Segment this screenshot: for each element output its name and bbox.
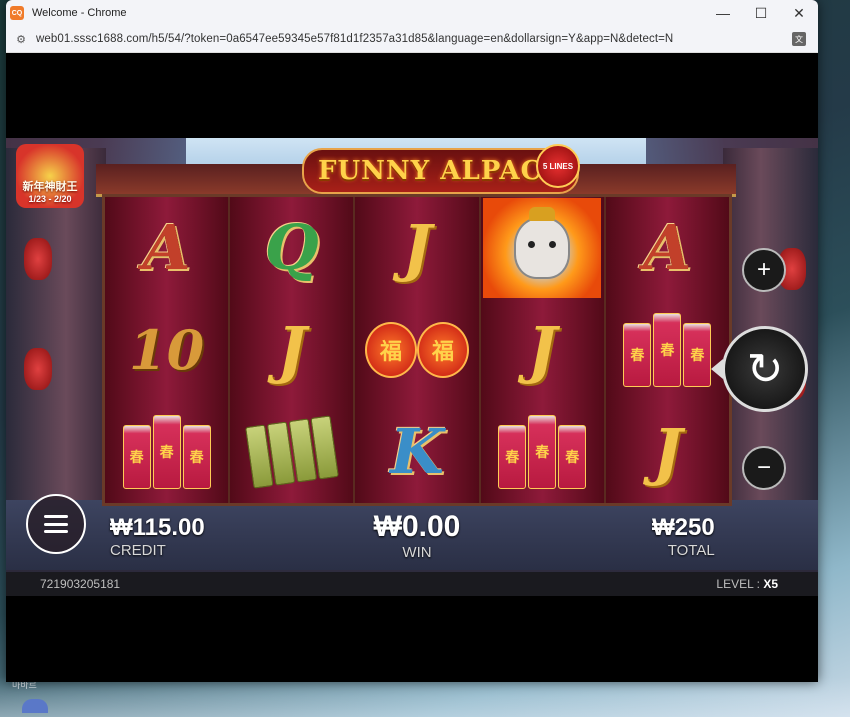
level-label: LEVEL : [716, 577, 764, 591]
symbol-a: A [142, 211, 191, 284]
firecracker-stick: 春 [122, 425, 151, 489]
spin-arrow-pointer [711, 359, 723, 379]
lantern-icon: 福 [365, 322, 417, 378]
reel-2: Q J [230, 197, 356, 503]
bet-decrease-button[interactable]: − [742, 446, 786, 490]
firecracker-stick: 春 [623, 323, 652, 387]
win-value: ₩0.00 [373, 510, 461, 543]
event-badge-title: 新年神財王 [22, 181, 78, 193]
total-label: TOTAL [667, 542, 715, 559]
firecracker-symbol: 春 春 春 [498, 415, 587, 489]
symbol-j: J [652, 415, 683, 488]
win-display: ₩0.00 WIN [362, 510, 472, 561]
symbol-k: K [390, 415, 444, 488]
spin-icon: ↻ [746, 344, 784, 394]
reel-cell: 春 春 春 [606, 299, 729, 401]
lines-badge: 5 LINES [536, 144, 580, 188]
symbol-j: J [527, 313, 557, 386]
reel-cell: A [606, 197, 729, 299]
level-value: X5 [763, 577, 778, 591]
site-settings-icon[interactable]: ⚙ [14, 32, 28, 46]
symbol-q: Q [264, 211, 319, 284]
win-label: WIN [402, 544, 432, 561]
bamboo-slips-symbol [244, 415, 339, 489]
firecracker-symbol: 春 春 春 [623, 313, 712, 387]
reel-cell: 春 春 春 [481, 401, 604, 503]
symbol-j: J [277, 313, 307, 386]
game-footer: 721903205181 LEVEL : X5 [6, 572, 818, 596]
total-value: ₩250 [652, 514, 715, 541]
alpaca-hat [529, 207, 556, 221]
alpaca-face [514, 207, 571, 279]
lantern-icon: 福 [417, 322, 469, 378]
game-round-id: 721903205181 [40, 577, 121, 591]
reel-cell: Q [230, 197, 353, 299]
total-bet-display: ₩250 TOTAL [652, 514, 715, 559]
symbol-a: A [643, 211, 692, 284]
spin-button[interactable]: ↻ [711, 326, 808, 412]
reel-cell [230, 401, 353, 503]
firecracker-stick: 春 [558, 425, 587, 489]
game-area[interactable]: 新年神財王 1/23 - 2/20 FUNNY ALPACA 5 LINES A… [6, 138, 818, 596]
desktop-background [0, 677, 850, 717]
url-text[interactable]: web01.sssc1688.com/h5/54/?token=0a6547ee… [36, 33, 673, 45]
lines-badge-label: 5 LINES [542, 161, 574, 171]
lantern-decoration [24, 238, 52, 280]
bet-increase-button[interactable]: + [742, 248, 786, 292]
symbol-j: J [402, 211, 432, 284]
taskbar-app-icon[interactable] [22, 699, 48, 713]
firecracker-stick: 春 [152, 415, 181, 489]
reel-1: A 10 春 春 春 [105, 197, 231, 503]
lantern-decoration [24, 348, 52, 390]
reel-4: J 春 春 春 [480, 197, 606, 503]
event-badge[interactable]: 新年神財王 1/23 - 2/20 [16, 144, 84, 208]
credit-display: ₩115.00 CREDIT [110, 514, 205, 559]
lanterns-symbol: 福 福 [365, 322, 469, 378]
game-title: FUNNY ALPACA [318, 156, 564, 186]
window-controls: — ☐ ✕ [704, 0, 818, 26]
reel-cell: J [481, 299, 604, 401]
alpaca-eye [549, 241, 557, 248]
credit-value: ₩115.00 [110, 514, 205, 541]
firecracker-stick: 春 [653, 313, 682, 387]
alpaca-eye [528, 241, 536, 248]
reel-grid: A 10 春 春 春 Q J J 福 福 K J 春 春 春 A 春 春 春 J [102, 194, 732, 506]
reel-cell [481, 197, 604, 299]
firecracker-stick: 春 [528, 415, 557, 489]
chrome-window: CQ Welcome - Chrome — ☐ ✕ ⚙ web01.sssc16… [6, 0, 818, 682]
menu-button[interactable] [26, 494, 86, 554]
symbol-10: 10 [129, 318, 205, 382]
alpaca-wild-symbol [483, 198, 602, 298]
maximize-button[interactable]: ☐ [742, 0, 780, 26]
minimize-button[interactable]: — [704, 0, 742, 26]
level-indicator: LEVEL : X5 [716, 577, 778, 591]
title-bar[interactable]: CQ Welcome - Chrome — ☐ ✕ [6, 0, 818, 26]
reel-cell: 10 [105, 299, 228, 401]
hamburger-icon [44, 515, 68, 533]
firecracker-symbol: 春 春 春 [122, 415, 211, 489]
reel-5: A 春 春 春 J [605, 197, 730, 503]
translate-icon[interactable]: 文 [792, 32, 806, 46]
event-badge-dates: 1/23 - 2/20 [28, 194, 72, 204]
close-button[interactable]: ✕ [780, 0, 818, 26]
reel-cell: K [355, 401, 478, 503]
window-title: Welcome - Chrome [32, 7, 127, 19]
reel-cell: 春 春 春 [105, 401, 228, 503]
firecracker-stick: 春 [498, 425, 527, 489]
reel-cell: 福 福 [355, 299, 478, 401]
address-bar[interactable]: ⚙ web01.sssc1688.com/h5/54/?token=0a6547… [6, 26, 818, 53]
reel-cell: A [105, 197, 228, 299]
reel-cell: J [606, 401, 729, 503]
firecracker-stick: 春 [683, 323, 712, 387]
reel-3: J 福 福 K [355, 197, 481, 503]
reel-cell: J [230, 299, 353, 401]
app-icon: CQ [10, 6, 24, 20]
credit-label: CREDIT [110, 542, 166, 559]
firecracker-stick: 春 [182, 425, 211, 489]
reel-cell: J [355, 197, 478, 299]
